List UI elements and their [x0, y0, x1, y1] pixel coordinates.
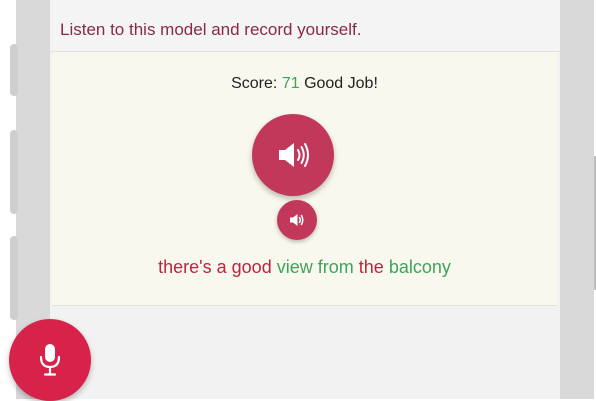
- play-recording-button[interactable]: [277, 200, 317, 240]
- instruction-text: Listen to this model and record yourself…: [60, 20, 362, 39]
- device-bezel-right: [560, 0, 594, 399]
- sentence-word: a: [216, 257, 227, 277]
- play-model-button[interactable]: [252, 114, 334, 196]
- record-button[interactable]: [9, 319, 91, 401]
- device-side-button: [10, 44, 18, 96]
- speaker-icon: [287, 210, 307, 230]
- score-feedback: Good Job!: [304, 75, 378, 92]
- target-sentence: there's a good view from the balcony: [52, 257, 557, 278]
- exercise-card: Score: 71 Good Job! there's a good view …: [52, 52, 557, 306]
- sentence-word: good: [231, 257, 272, 277]
- sentence-word: from: [317, 257, 354, 277]
- microphone-icon: [37, 342, 63, 378]
- device-side-button: [10, 236, 18, 320]
- sentence-word: there's: [158, 257, 212, 277]
- score-value: 71: [281, 75, 300, 92]
- app-screen: Listen to this model and record yourself…: [50, 0, 560, 399]
- sentence-word: balcony: [388, 257, 451, 277]
- score-line: Score: 71 Good Job!: [52, 75, 557, 93]
- speaker-icon: [273, 135, 313, 175]
- instruction-header: Listen to this model and record yourself…: [50, 0, 560, 52]
- score-label: Score:: [231, 75, 278, 92]
- sentence-word: view: [276, 257, 313, 277]
- sentence-word: the: [358, 257, 384, 277]
- device-side-button: [10, 130, 18, 214]
